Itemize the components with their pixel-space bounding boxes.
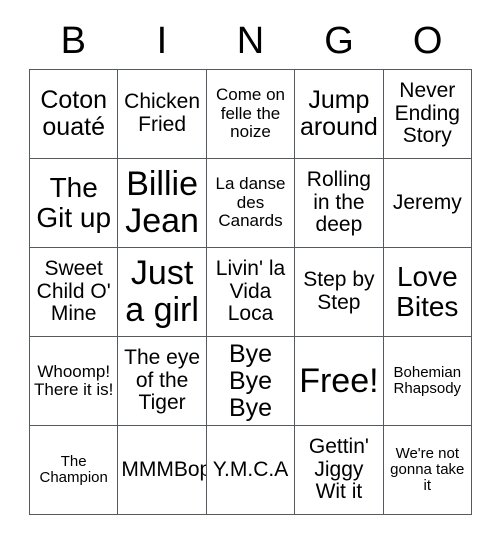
bingo-cell-label: We're not gonna take it: [390, 444, 465, 495]
bingo-cell-label: Rolling in the deep: [306, 167, 371, 237]
bingo-cell-label: Sweet Child O' Mine: [36, 256, 111, 326]
bingo-cell-r1-c3[interactable]: Come on felle the noize: [206, 70, 296, 159]
bingo-cell-r5-c1[interactable]: The Champion: [30, 426, 119, 515]
bingo-cell-r5-c5[interactable]: We're not gonna take it: [383, 426, 472, 515]
bingo-cell-r4-c2[interactable]: The eye of the Tiger: [118, 337, 207, 426]
bingo-cell-label: Come on felle the noize: [216, 85, 285, 142]
bingo-cell-r5-c2[interactable]: MMMBop: [118, 426, 207, 515]
bingo-cell-r4-c3[interactable]: Bye Bye Bye: [206, 337, 296, 426]
bingo-cell-label: Free!: [299, 361, 379, 400]
header-letter-g: G: [324, 20, 354, 62]
bingo-cell-label: The Champion: [39, 452, 108, 486]
bingo-cell-r1-c4[interactable]: Jump around: [295, 70, 384, 159]
bingo-cell-r1-c5[interactable]: Never Ending Story: [383, 70, 472, 159]
bingo-cell-r4-c1[interactable]: Whoomp! There it is!: [30, 337, 119, 426]
bingo-cell-label: MMMBop: [121, 457, 207, 481]
bingo-cell-r1-c2[interactable]: Chicken Fried: [118, 70, 207, 159]
bingo-cell-label: Bohemian Rhapsody: [393, 363, 462, 397]
bingo-cell-r3-c4[interactable]: Step by Step: [295, 248, 384, 337]
bingo-cell-label: Never Ending Story: [394, 78, 460, 148]
bingo-header: B I N G O: [29, 14, 472, 68]
header-letter-b: B: [60, 20, 86, 62]
bingo-cell-label: Step by Step: [303, 268, 375, 314]
bingo-cell-label: The eye of the Tiger: [124, 345, 201, 415]
bingo-cell-label: The Git up: [36, 171, 112, 233]
bingo-cell-label: Y.M.C.A: [212, 457, 289, 481]
bingo-cell-r3-c1[interactable]: Sweet Child O' Mine: [30, 248, 119, 337]
bingo-cell-r3-c3[interactable]: Livin' la Vida Loca: [206, 248, 296, 337]
header-letter-n: N: [236, 20, 265, 62]
bingo-grid: Coton ouaté Chicken Fried Come on felle th…: [29, 69, 472, 515]
bingo-cell-label: Bye Bye Bye: [228, 339, 273, 422]
bingo-cell-label: Just a girl: [125, 254, 199, 329]
bingo-cell-r3-c5[interactable]: Love Bites: [383, 248, 472, 337]
bingo-cell-r4-c5[interactable]: Bohemian Rhapsody: [383, 337, 472, 426]
bingo-cell-label: La danse des Canards: [215, 174, 286, 231]
bingo-cell-r2-c2[interactable]: Billie Jean: [118, 159, 207, 248]
bingo-cell-r2-c3[interactable]: La danse des Canards: [206, 159, 296, 248]
bingo-cell-label: Jeremy: [392, 190, 462, 214]
bingo-cell-label: Jump around: [299, 86, 378, 141]
bingo-cell-label: Love Bites: [396, 260, 459, 322]
bingo-cell-label: Whoomp! There it is!: [34, 361, 114, 399]
bingo-cell-r2-c5[interactable]: Jeremy: [383, 159, 472, 248]
bingo-cell-r1-c1[interactable]: Coton ouaté: [30, 70, 119, 159]
bingo-cell-label: Livin' la Vida Loca: [215, 256, 286, 326]
bingo-cell-label: Chicken Fried: [124, 90, 201, 136]
bingo-cell-r4-c4[interactable]: Free!: [295, 337, 384, 426]
header-letter-i: I: [156, 20, 168, 62]
bingo-cell-r5-c4[interactable]: Gettin' Jiggy Wit it: [295, 426, 384, 515]
bingo-cell-label: Gettin' Jiggy Wit it: [308, 434, 369, 504]
bingo-cell-r2-c4[interactable]: Rolling in the deep: [295, 159, 384, 248]
bingo-card: B I N G O Coton ouaté Chicken Fried Come o…: [0, 0, 500, 544]
bingo-cell-r2-c1[interactable]: The Git up: [30, 159, 119, 248]
bingo-cell-r3-c2[interactable]: Just a girl: [118, 248, 207, 337]
header-letter-o: O: [412, 20, 443, 62]
bingo-cell-label: Billie Jean: [125, 165, 199, 240]
bingo-cell-label: Coton ouaté: [40, 86, 108, 141]
bingo-cell-r5-c3[interactable]: Y.M.C.A: [206, 426, 296, 515]
